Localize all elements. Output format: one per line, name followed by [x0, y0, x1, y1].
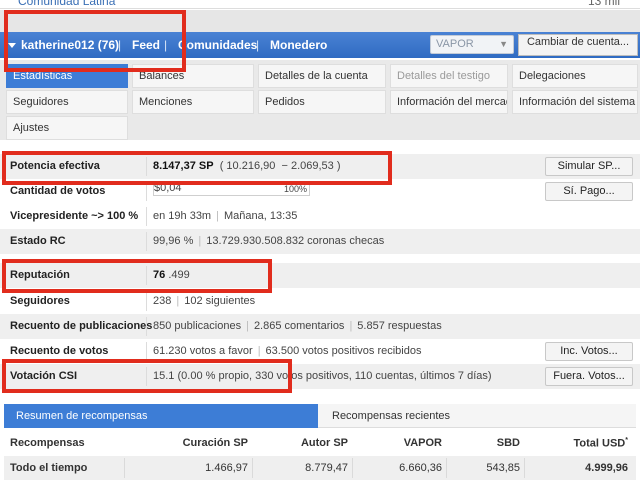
upvotes-given: 61.230 votos a favor: [153, 345, 253, 357]
highlight-box: [4, 10, 186, 72]
vicepresidente-time: en 19h 33m: [153, 210, 212, 222]
highlight-box: [2, 359, 292, 393]
divider: [146, 207, 147, 226]
votos-label: Cantidad de votos: [10, 185, 106, 197]
tab-detalles-cuenta[interactable]: Detalles de la cuenta: [258, 64, 386, 88]
cell-vapor: 6.660,36: [399, 462, 442, 474]
vicepresidente-date: Mañana, 13:35: [223, 210, 298, 222]
header-sbd: SBD: [496, 437, 520, 449]
fuera-votos-button[interactable]: Fuera. Votos...: [545, 367, 633, 386]
tab-info-mercado[interactable]: Información del mercado: [390, 90, 508, 114]
publicaciones-label: Recuento de publicaciones: [10, 320, 153, 332]
comments-count: 2.865 comentarios: [253, 320, 345, 332]
community-count: 13 mil: [587, 0, 620, 8]
header-total-usd-label: Total USD: [573, 437, 626, 450]
divider: [146, 292, 147, 311]
tab-resumen-recompensas[interactable]: Resumen de recompensas: [4, 404, 318, 428]
divider: [124, 458, 125, 478]
vote-percent: 100%: [283, 184, 307, 194]
header-curacion-sp: Curación SP: [182, 437, 248, 449]
steemworld-page: Comunidad Latina 13 mil katherine012 (76…: [0, 0, 640, 480]
account-tabs: Estadísticas Balances Detalles de la cue…: [0, 60, 640, 140]
header-recompensas: Recompensas: [10, 437, 85, 449]
rc-label: Estado RC: [10, 235, 66, 247]
si-pago-button[interactable]: Sí. Pago...: [545, 182, 633, 201]
highlight-box: [2, 151, 392, 185]
header-autor-sp: Autor SP: [300, 437, 348, 449]
tab-recompensas-recientes[interactable]: Recompensas recientes: [320, 404, 636, 428]
divider: [146, 232, 147, 251]
row-vicepresidente: Vicepresidente ~> 100 % en 19h 33m | Mañan…: [0, 204, 640, 229]
table-header: Recompensas Curación SP Autor SP VAPOR S…: [4, 431, 636, 456]
currency-select[interactable]: VAPOR ▼: [430, 35, 514, 54]
seguidores-value: 238 | 102 siguientes: [153, 295, 256, 307]
upvotes-received: 63.500 votos positivos recibidos: [265, 345, 422, 357]
vicepresidente-value: en 19h 33m | Mañana, 13:35: [153, 210, 298, 222]
cell-autor-sp: 8.779,47: [305, 462, 348, 474]
vicepresidente-label: Vicepresidente ~> 100 %: [10, 210, 139, 222]
inc-votos-button[interactable]: Inc. Votos...: [545, 342, 633, 361]
tab-info-sistema[interactable]: Información del sistema: [512, 90, 638, 114]
cell-curacion-sp: 1.466,97: [205, 462, 248, 474]
nav-separator: |: [256, 38, 260, 52]
chevron-down-icon: ▼: [499, 39, 508, 49]
rc-value: 99,96 % | 13.729.930.508.832 coronas checa…: [153, 235, 385, 247]
publicaciones-value: 850 publicaciones | 2.865 comentarios | 5.85…: [153, 320, 442, 332]
recuento-votos-label: Recuento de votos: [10, 345, 109, 357]
tab-menciones[interactable]: Menciones: [132, 90, 254, 114]
table-row: Todo el tiempo 1.466,97 8.779,47 6.660,3…: [4, 456, 636, 480]
nav-comunidades[interactable]: Comunidades: [178, 38, 257, 52]
cell-total-usd: 4.999,96: [585, 462, 628, 474]
row-rc: Estado RC 99,96 % | 13.729.930.508.832 cor…: [0, 229, 640, 254]
simular-sp-button[interactable]: Simular SP...: [545, 157, 633, 176]
rc-percent: 99,96 %: [153, 235, 194, 247]
highlight-box: [2, 259, 272, 293]
recuento-votos-value: 61.230 votos a favor | 63.500 votos positi…: [153, 345, 422, 357]
divider: [146, 317, 147, 336]
nav-monedero[interactable]: Monedero: [270, 38, 327, 52]
tab-detalles-testigo[interactable]: Detalles del testigo: [390, 64, 508, 88]
replies-count: 5.857 respuestas: [357, 320, 442, 332]
tab-pedidos[interactable]: Pedidos: [258, 90, 386, 114]
community-strip: Comunidad Latina 13 mil: [0, 0, 640, 10]
header-total-usd: Total USD*: [524, 437, 628, 450]
seguidores-label: Seguidores: [10, 295, 70, 307]
community-name[interactable]: Comunidad Latina: [18, 0, 115, 8]
change-account-button[interactable]: Cambiar de cuenta...: [518, 34, 638, 56]
followers-count[interactable]: 238: [153, 295, 171, 307]
rewards-tabs: Resumen de recompensas Recompensas recie…: [4, 404, 636, 428]
header-total-usd-note: *: [625, 437, 628, 444]
header-vapor: VAPOR: [403, 437, 442, 449]
row-label: Todo el tiempo: [10, 462, 88, 474]
tab-seguidores[interactable]: Seguidores: [6, 90, 128, 114]
currency-value: VAPOR: [436, 38, 474, 50]
rc-amount: 13.729.930.508.832 coronas checas: [206, 235, 385, 247]
tab-delegaciones[interactable]: Delegaciones: [512, 64, 638, 88]
cell-sbd: 543,85: [486, 462, 520, 474]
row-publicaciones: Recuento de publicaciones 850 publicacio…: [0, 314, 640, 339]
posts-count: 850 publicaciones: [153, 320, 242, 332]
tab-ajustes[interactable]: Ajustes: [6, 116, 128, 140]
divider: [0, 8, 640, 9]
following-count[interactable]: 102 siguientes: [184, 295, 255, 307]
